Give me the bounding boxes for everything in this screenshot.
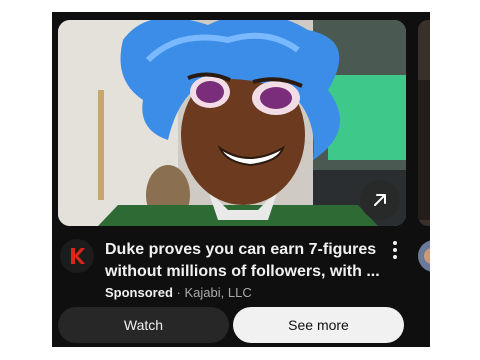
more-actions-button[interactable] bbox=[386, 238, 404, 262]
next-item-thumbnail[interactable] bbox=[418, 20, 430, 226]
sponsored-ad-card[interactable]: Duke proves you can earn 7-figures witho… bbox=[52, 12, 430, 347]
watch-button[interactable]: Watch bbox=[58, 307, 229, 343]
more-vert-icon-dot bbox=[393, 248, 397, 252]
advertiser-name[interactable]: Kajabi, LLC bbox=[185, 285, 252, 300]
next-thumbnail-shade bbox=[418, 80, 430, 220]
sponsored-badge: Sponsored bbox=[105, 285, 173, 300]
see-more-button[interactable]: See more bbox=[233, 307, 404, 343]
arrow-up-right-icon bbox=[374, 194, 386, 206]
ad-meta: Sponsored · Kajabi, LLC bbox=[105, 284, 252, 302]
kajabi-logo-icon bbox=[71, 248, 85, 264]
open-link-button[interactable] bbox=[360, 180, 400, 220]
more-vert-icon-dot bbox=[393, 255, 397, 259]
ad-thumbnail[interactable] bbox=[58, 20, 406, 226]
ad-title[interactable]: Duke proves you can earn 7-figures witho… bbox=[105, 239, 380, 283]
more-vert-icon-dot bbox=[393, 241, 397, 245]
meta-separator: · bbox=[176, 285, 181, 300]
thumbnail-illustration bbox=[58, 20, 406, 226]
advertiser-logo[interactable] bbox=[60, 239, 94, 273]
avatar-face bbox=[424, 248, 430, 264]
next-item-avatar[interactable] bbox=[418, 240, 430, 272]
